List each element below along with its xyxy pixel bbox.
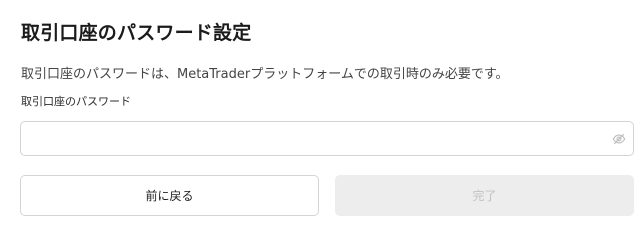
description-text: 取引口座のパスワードは、MetaTraderプラットフォームでの取引時のみ必要で… (21, 67, 509, 82)
done-button-label: 完了 (472, 189, 497, 203)
password-field (20, 121, 634, 156)
page-title: 取引口座のパスワード設定 (21, 22, 252, 44)
eye-slash-icon[interactable] (612, 132, 626, 146)
password-setup-panel: 取引口座のパスワード設定 取引口座のパスワードは、MetaTraderプラットフ… (0, 0, 644, 243)
password-field-label: 取引口座のパスワード (21, 95, 131, 108)
back-button[interactable]: 前に戻る (20, 175, 319, 216)
password-input[interactable] (21, 122, 601, 155)
back-button-label: 前に戻る (145, 189, 194, 203)
done-button[interactable]: 完了 (335, 175, 634, 216)
